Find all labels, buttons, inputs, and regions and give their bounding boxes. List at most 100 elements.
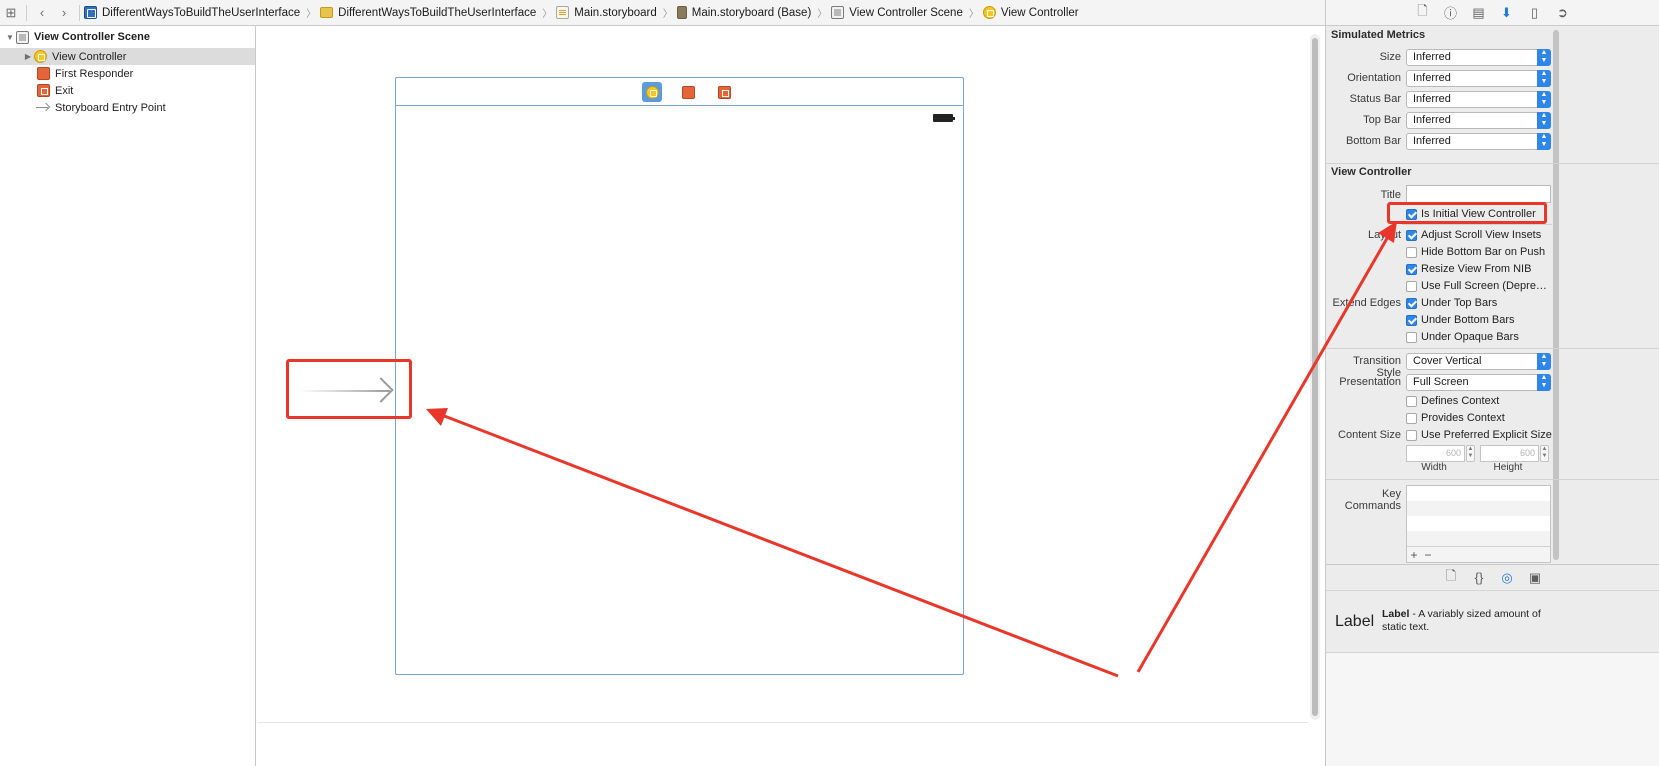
breadcrumb-storyboard-base[interactable]: Main.storyboard (Base) 〉 [676,5,827,20]
table-row [1407,531,1550,546]
chevron-right-icon: 〉 [542,9,553,20]
inspector-scrollbar[interactable] [1553,30,1559,560]
connections-inspector-icon[interactable]: ➲ [1549,5,1577,21]
transition-style-popup[interactable]: Cover Vertical ▲ ▼ [1406,353,1551,370]
checkbox-unchecked-icon [1406,395,1417,407]
popup-arrows-icon: ▲ ▼ [1537,49,1551,66]
related-items-icon[interactable]: ⊞ [0,0,22,25]
dock-first-responder-icon[interactable] [678,82,698,102]
view-controller-scene[interactable] [395,77,964,675]
presentation-popup[interactable]: Full Screen ▲ ▼ [1406,374,1551,391]
checkbox-label: Defines Context [1421,395,1500,407]
layout-label: Layout [1367,229,1401,241]
key-commands-footer: + − [1407,546,1550,562]
quick-help-icon[interactable]: ⓘ [1437,3,1465,22]
dock-exit-icon[interactable] [714,82,734,102]
library-item-description: Label - A variably sized amount of stati… [1382,608,1552,634]
back-arrow-icon[interactable]: ‹ [31,0,53,25]
height-stepper[interactable]: ▲ ▼ [1540,445,1549,462]
vertical-scrollbar[interactable] [1310,34,1320,720]
checkbox-unchecked-icon [1406,429,1417,441]
file-inspector-icon[interactable]: 🗋 [1409,2,1437,24]
width-stepper[interactable]: ▲ ▼ [1466,445,1475,462]
outline-item-label: View Controller [52,50,127,63]
section-divider [1326,163,1659,164]
horizontal-scrollbar[interactable] [258,722,1308,723]
battery-icon [933,114,955,122]
section-title-simulated-metrics: Simulated Metrics [1331,29,1426,41]
breadcrumb-scene[interactable]: View Controller Scene 〉 [831,5,979,20]
under-top-bars-checkbox[interactable]: Under Top Bars [1406,296,1497,310]
orientation-label: Orientation [1347,72,1401,84]
under-opaque-bars-checkbox[interactable]: Under Opaque Bars [1406,330,1519,344]
dock-view-controller-icon[interactable] [642,82,662,102]
checkbox-label: Under Bottom Bars [1421,314,1515,326]
use-full-screen-checkbox[interactable]: Use Full Screen (Depre… [1406,279,1547,293]
extend-edges-label: Extend Edges [1332,297,1402,309]
popup-value: Inferred [1413,51,1451,63]
outline-item-entry-point[interactable]: Storyboard Entry Point [0,99,255,116]
media-library-icon[interactable]: ▣ [1521,570,1549,586]
popup-arrows-icon: ▲ ▼ [1537,112,1551,129]
entry-point-arrow-icon [36,103,50,112]
object-library-icon[interactable]: ◎ [1493,570,1521,586]
label-object-icon: Label [1335,613,1375,630]
file-template-library-icon[interactable]: 🗋 [1437,567,1465,589]
resize-view-from-nib-checkbox[interactable]: Resize View From NIB [1406,262,1531,276]
checkbox-unchecked-icon [1406,412,1417,424]
outline-item-view-controller[interactable]: ▶ View Controller [0,48,255,65]
section-divider [1326,348,1659,349]
object-library: Label Label - A variably sized amount of… [1326,590,1659,766]
popup-value: Inferred [1413,135,1451,147]
width-field[interactable]: 600 [1406,445,1465,462]
checkbox-unchecked-icon [1406,280,1417,292]
code-snippet-library-icon[interactable]: {} [1465,570,1493,585]
under-bottom-bars-checkbox[interactable]: Under Bottom Bars [1406,313,1515,327]
outline-scene-row[interactable]: ▼ View Controller Scene [0,26,255,48]
outline-item-label: First Responder [55,67,134,80]
size-popup[interactable]: Inferred ▲ ▼ [1406,49,1551,66]
key-commands-table[interactable]: + − [1406,485,1551,563]
breadcrumb-view-controller[interactable]: View Controller [982,6,1079,19]
breadcrumb-storyboard[interactable]: Main.storyboard 〉 [556,5,673,20]
view-controller-icon [34,50,47,63]
identity-inspector-icon[interactable]: ▤ [1465,5,1493,21]
provides-context-checkbox[interactable]: Provides Context [1406,411,1505,425]
table-row [1407,501,1550,516]
library-item-name: Label [1382,608,1410,620]
hide-bottom-bar-on-push-checkbox[interactable]: Hide Bottom Bar on Push [1406,245,1545,259]
outline-item-exit[interactable]: Exit [0,82,255,99]
remove-icon[interactable]: − [1421,548,1435,562]
bottom-bar-label: Bottom Bar [1345,135,1401,147]
breadcrumb-project[interactable]: DifferentWaysToBuildTheUserInterface 〉 [84,5,316,20]
top-bar-popup[interactable]: Inferred ▲ ▼ [1406,112,1551,129]
forward-arrow-icon[interactable]: › [53,0,75,25]
disclosure-triangle-closed-icon[interactable]: ▶ [22,52,34,61]
outline-item-first-responder[interactable]: First Responder [0,65,255,82]
bottom-bar-popup[interactable]: Inferred ▲ ▼ [1406,133,1551,150]
add-icon[interactable]: + [1407,548,1421,562]
use-preferred-explicit-size-checkbox[interactable]: Use Preferred Explicit Size [1406,428,1552,442]
popup-arrows-icon: ▲ ▼ [1537,353,1551,370]
checkbox-checked-icon [1406,229,1417,241]
checkbox-label: Adjust Scroll View Insets [1421,229,1542,241]
attributes-inspector-icon[interactable]: ⬇ [1493,5,1521,21]
disclosure-triangle-open-icon[interactable]: ▼ [4,33,16,42]
title-field[interactable] [1406,185,1551,203]
checkbox-unchecked-icon [1406,331,1417,343]
exit-icon [717,85,731,99]
defines-context-checkbox[interactable]: Defines Context [1406,394,1499,408]
orientation-popup[interactable]: Inferred ▲ ▼ [1406,70,1551,87]
library-item-label[interactable]: Label Label - A variably sized amount of… [1326,591,1659,653]
width-label: Width [1421,462,1447,473]
library-tab-bar: 🗋 {} ◎ ▣ [1326,564,1659,590]
breadcrumb-folder[interactable]: DifferentWaysToBuildTheUserInterface 〉 [320,5,552,20]
status-bar-popup[interactable]: Inferred ▲ ▼ [1406,91,1551,108]
checkbox-checked-icon [1406,297,1417,309]
adjust-scroll-view-insets-checkbox[interactable]: Adjust Scroll View Insets [1406,228,1541,242]
popup-arrows-icon: ▲ ▼ [1537,133,1551,150]
size-inspector-icon[interactable]: ▯ [1521,5,1549,21]
height-field[interactable]: 600 [1480,445,1539,462]
scrollbar-thumb[interactable] [1312,38,1318,716]
inspector-tab-bar: 🗋 ⓘ ▤ ⬇ ▯ ➲ [1325,0,1659,26]
